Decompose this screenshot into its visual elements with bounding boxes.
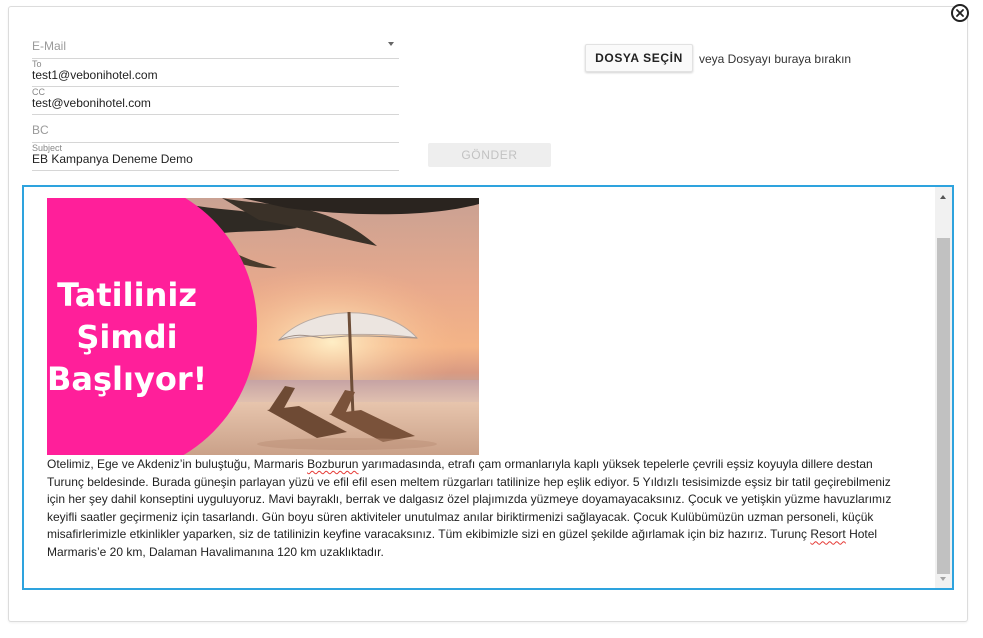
drop-zone-hint[interactable]: veya Dosyayı buraya bırakın [699, 52, 851, 66]
subject-value: EB Kampanya Deneme Demo [32, 152, 193, 166]
email-select[interactable]: E-Mail [32, 34, 399, 59]
banner-line-3: Başlıyor! [47, 360, 208, 398]
banner-image: Tatiliniz Şimdi Başlıyor! [47, 198, 479, 455]
scroll-up-arrow-icon[interactable] [940, 195, 946, 199]
to-field[interactable]: To test1@vebonihotel.com [32, 58, 399, 87]
close-button[interactable] [951, 4, 969, 22]
banner-line-2: Şimdi [76, 318, 178, 356]
choose-file-button[interactable]: DOSYA SEÇİN [585, 44, 693, 72]
chevron-down-icon [388, 42, 394, 46]
send-button[interactable]: GÖNDER [428, 143, 551, 167]
subject-field[interactable]: Subject EB Kampanya Deneme Demo [32, 142, 399, 171]
scrollbar-thumb[interactable] [937, 238, 950, 574]
scroll-down-arrow-icon[interactable] [940, 577, 946, 581]
bc-placeholder: BC [32, 123, 49, 137]
banner-headline: Tatiliniz Şimdi Başlıyor! [47, 274, 207, 400]
message-editor[interactable]: Tatiliniz Şimdi Başlıyor! Otelimiz, Ege … [22, 185, 954, 590]
email-select-placeholder: E-Mail [32, 39, 67, 53]
to-value: test1@vebonihotel.com [32, 68, 158, 82]
body-text-part: Otelimiz, Ege ve Akdeniz’in buluştuğu, M… [47, 457, 308, 471]
banner-line-1: Tatiliniz [57, 276, 197, 314]
cc-value: test@vebonihotel.com [32, 96, 151, 110]
editor-content: Tatiliniz Şimdi Başlıyor! Otelimiz, Ege … [47, 198, 909, 562]
spellcheck-word: Resort [810, 527, 846, 542]
cc-field[interactable]: CC test@vebonihotel.com [32, 86, 399, 115]
spellcheck-word: Bozburun [307, 457, 359, 471]
bc-field[interactable]: BC [32, 114, 399, 143]
close-icon [956, 9, 964, 17]
editor-scrollbar[interactable] [935, 187, 952, 588]
email-body-text: Otelimiz, Ege ve Akdeniz’in buluştuğu, M… [47, 456, 909, 562]
